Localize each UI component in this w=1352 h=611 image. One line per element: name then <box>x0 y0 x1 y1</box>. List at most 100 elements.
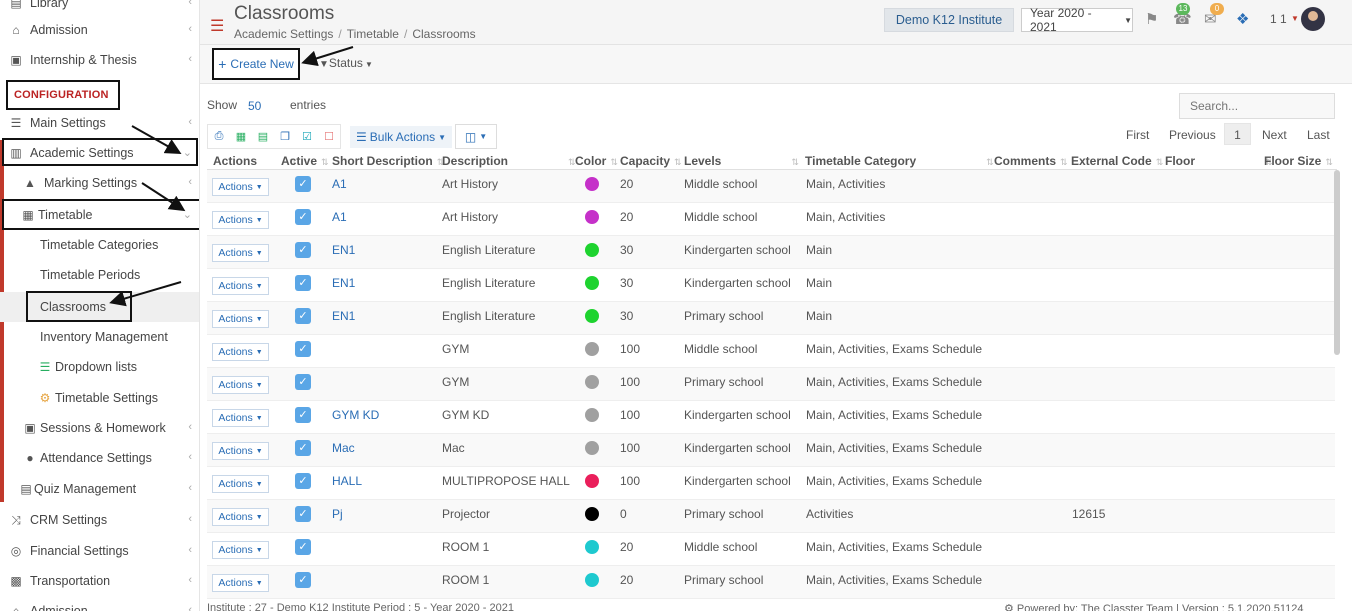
pager-next[interactable]: Next <box>1262 128 1287 142</box>
sidebar-item[interactable]: ◎ Financial Settings ‹ <box>0 536 199 566</box>
row-actions-button[interactable]: Actions ▼ <box>212 343 269 361</box>
active-checkbox[interactable]: ✓ <box>295 473 311 489</box>
row-actions-button[interactable]: Actions ▼ <box>212 376 269 394</box>
sidebar-item-inventory[interactable]: Inventory Management <box>0 322 199 352</box>
table-row[interactable]: Actions ▼ ✓ Mac Mac 100 Kindergarten school Mai… <box>207 434 1335 467</box>
sidebar-item-dropdown-lists[interactable]: ☰ Dropdown lists <box>0 352 199 382</box>
column-header[interactable]: Levels ⇅ <box>684 154 799 168</box>
row-actions-button[interactable]: Actions ▼ <box>212 211 269 229</box>
sidebar-item[interactable]: ☰ Main Settings ‹ <box>0 108 199 138</box>
table-row[interactable]: Actions ▼ ✓ EN1 English Literature 30 Kinderga… <box>207 269 1335 302</box>
active-checkbox[interactable]: ✓ <box>295 275 311 291</box>
sidebar-item-sessions-homework[interactable]: ▣ Sessions & Homework ‹ <box>0 413 199 443</box>
table-row[interactable]: Actions ▼ ✓ Pj Projector 0 Primary school Activ… <box>207 500 1335 533</box>
column-header[interactable]: Color ⇅ <box>575 154 618 168</box>
excel-icon[interactable]: ▦ <box>230 130 252 143</box>
column-header[interactable]: Timetable Category ⇅ <box>805 154 994 168</box>
column-header[interactable]: Short Description ⇅ <box>332 154 444 168</box>
sidebar-item-marking-settings[interactable]: ▲ Marking Settings ‹ <box>0 168 199 198</box>
cell-short-description[interactable]: GYM KD <box>332 408 379 422</box>
row-actions-button[interactable]: Actions ▼ <box>212 277 269 295</box>
active-checkbox[interactable]: ✓ <box>295 506 311 522</box>
active-checkbox[interactable]: ✓ <box>295 440 311 456</box>
user-number[interactable]: 1 1 <box>1270 12 1287 26</box>
table-row[interactable]: Actions ▼ ✓ HALL MULTIPROPOSE HALL 100 Kinderg… <box>207 467 1335 500</box>
pager-previous[interactable]: Previous <box>1169 128 1216 142</box>
column-header[interactable]: Capacity ⇅ <box>620 154 682 168</box>
sidebar-item-timetable-categories[interactable]: Timetable Categories <box>0 230 199 260</box>
select-all-icon[interactable]: ☑ <box>296 130 318 143</box>
active-checkbox[interactable]: ✓ <box>295 209 311 225</box>
row-actions-button[interactable]: Actions ▼ <box>212 178 269 196</box>
cell-short-description[interactable]: EN1 <box>332 276 355 290</box>
print-icon[interactable]: ⎙ <box>208 130 230 143</box>
active-checkbox[interactable]: ✓ <box>295 341 311 357</box>
column-visibility-button[interactable]: ◫ ▼ <box>455 124 497 149</box>
copy-icon[interactable]: ❐ <box>274 130 296 143</box>
active-checkbox[interactable]: ✓ <box>295 539 311 555</box>
row-actions-button[interactable]: Actions ▼ <box>212 442 269 460</box>
table-row[interactable]: Actions ▼ ✓ GYM 100 Primary school Main, Activ… <box>207 368 1335 401</box>
row-actions-button[interactable]: Actions ▼ <box>212 541 269 559</box>
column-header[interactable]: Comments ⇅ <box>994 154 1068 168</box>
sidebar-item-timetable-settings[interactable]: ⚙ Timetable Settings <box>0 383 199 413</box>
flag-icon[interactable]: ⚑ <box>1145 10 1158 28</box>
table-row[interactable]: Actions ▼ ✓ ROOM 1 20 Middle school Main, Acti… <box>207 533 1335 566</box>
layers-icon[interactable]: ❖ <box>1236 10 1249 28</box>
active-checkbox[interactable]: ✓ <box>295 572 311 588</box>
search-input[interactable] <box>1179 93 1335 119</box>
row-actions-button[interactable]: Actions ▼ <box>212 508 269 526</box>
column-header[interactable]: Description ⇅ <box>442 154 576 168</box>
sidebar-item-timetable-periods[interactable]: Timetable Periods <box>0 260 199 290</box>
active-checkbox[interactable]: ✓ <box>295 407 311 423</box>
active-checkbox[interactable]: ✓ <box>295 242 311 258</box>
row-actions-button[interactable]: Actions ▼ <box>212 574 269 592</box>
table-row[interactable]: Actions ▼ ✓ GYM 100 Middle school Main, Activi… <box>207 335 1335 368</box>
active-checkbox[interactable]: ✓ <box>295 176 311 192</box>
breadcrumb-item[interactable]: Timetable <box>347 27 399 41</box>
table-row[interactable]: Actions ▼ ✓ EN1 English Literature 30 Primary … <box>207 302 1335 335</box>
csv-icon[interactable]: ▤ <box>252 130 274 143</box>
deselect-icon[interactable]: ☐ <box>318 130 340 143</box>
page-length-select[interactable]: 50 <box>248 99 261 113</box>
cell-short-description[interactable]: A1 <box>332 177 347 191</box>
table-row[interactable]: Actions ▼ ✓ EN1 English Literature 30 Kinderga… <box>207 236 1335 269</box>
year-select[interactable]: Year 2020 - 2021 ▼ <box>1021 6 1133 34</box>
status-filter-button[interactable]: ▼Status ▼ <box>319 56 373 70</box>
bulk-actions-button[interactable]: ☰ Bulk Actions ▼ <box>350 126 453 148</box>
caret-down-icon[interactable]: ▼ <box>1291 14 1299 23</box>
table-row[interactable]: Actions ▼ ✓ ROOM 1 20 Primary school Main, Act… <box>207 566 1335 599</box>
column-header[interactable]: Floor ⇅ <box>1165 154 1273 168</box>
sidebar-item[interactable]: ▣ Internship & Thesis ‹ <box>0 45 199 75</box>
column-header[interactable]: External Code ⇅ <box>1071 154 1163 168</box>
table-row[interactable]: Actions ▼ ✓ A1 Art History 20 Middle school Mai… <box>207 203 1335 236</box>
sidebar-item-quiz[interactable]: ▤ Quiz Management ‹ <box>0 474 199 504</box>
institute-button[interactable]: Demo K12 Institute <box>884 8 1014 32</box>
column-header[interactable]: Floor Size ⇅ <box>1264 154 1333 168</box>
column-header[interactable]: Active ⇅ <box>281 154 329 168</box>
active-checkbox[interactable]: ✓ <box>295 308 311 324</box>
row-actions-button[interactable]: Actions ▼ <box>212 310 269 328</box>
sidebar-item[interactable]: ⤨ CRM Settings ‹ <box>0 505 199 535</box>
cell-short-description[interactable]: Mac <box>332 441 355 455</box>
sidebar-item[interactable]: ⌂ Admission ‹ <box>0 15 199 45</box>
row-actions-button[interactable]: Actions ▼ <box>212 475 269 493</box>
sidebar-item[interactable]: ⌂ Admission ‹ <box>0 596 199 611</box>
avatar[interactable] <box>1301 7 1325 31</box>
pager-first[interactable]: First <box>1126 128 1149 142</box>
table-scrollbar[interactable] <box>1334 170 1340 355</box>
cell-short-description[interactable]: Pj <box>332 507 343 521</box>
hamburger-menu-icon[interactable]: ☰ <box>210 16 224 36</box>
table-row[interactable]: Actions ▼ ✓ A1 Art History 20 Middle school Mai… <box>207 170 1335 203</box>
sidebar-item-attendance[interactable]: ● Attendance Settings ‹ <box>0 443 199 473</box>
sidebar-item[interactable]: ▩ Transportation ‹ <box>0 566 199 596</box>
pager-last[interactable]: Last <box>1307 128 1330 142</box>
row-actions-button[interactable]: Actions ▼ <box>212 244 269 262</box>
cell-short-description[interactable]: EN1 <box>332 243 355 257</box>
cell-short-description[interactable]: HALL <box>332 474 362 488</box>
pager-current[interactable]: 1 <box>1224 123 1251 145</box>
breadcrumb-item[interactable]: Academic Settings <box>234 27 333 41</box>
cell-short-description[interactable]: A1 <box>332 210 347 224</box>
row-actions-button[interactable]: Actions ▼ <box>212 409 269 427</box>
active-checkbox[interactable]: ✓ <box>295 374 311 390</box>
